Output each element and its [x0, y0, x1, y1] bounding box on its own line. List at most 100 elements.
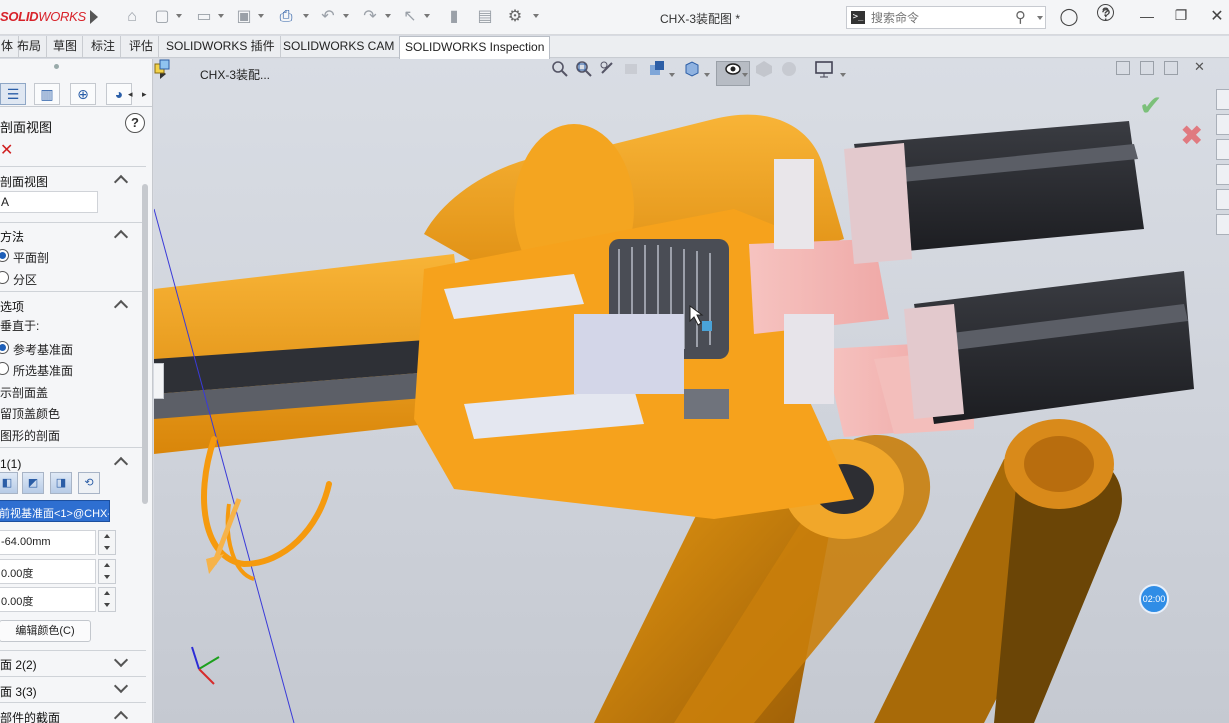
- save-icon[interactable]: ▣: [234, 7, 254, 27]
- task-pane-library-icon[interactable]: [1216, 114, 1229, 135]
- new-file-caret-icon[interactable]: [176, 14, 182, 18]
- print-icon[interactable]: ⎙: [276, 7, 296, 27]
- command-search-box[interactable]: >_ ⚲: [846, 6, 1046, 29]
- tab-layout[interactable]: 布局: [12, 36, 48, 58]
- hide-show-items-icon[interactable]: [754, 59, 774, 79]
- tab-solidworks-cam[interactable]: SOLIDWORKS CAM: [278, 36, 401, 58]
- radio-reference-plane[interactable]: [0, 341, 9, 354]
- rotation-x-spinner[interactable]: [98, 559, 116, 584]
- search-input[interactable]: [871, 9, 1011, 26]
- viewport-close-icon[interactable]: ✕: [1194, 60, 1208, 74]
- undo-caret-icon[interactable]: [343, 14, 349, 18]
- configuration-manager-tab[interactable]: ⊕: [70, 83, 96, 105]
- viewport-split-icon[interactable]: [1116, 61, 1130, 75]
- radio-zonal[interactable]: [0, 271, 9, 284]
- home-icon[interactable]: ⌂: [122, 7, 142, 27]
- open-caret-icon[interactable]: [218, 14, 224, 18]
- task-pane-home-icon[interactable]: [1216, 89, 1229, 110]
- search-icon[interactable]: ⚲: [1015, 8, 1026, 26]
- display-style-caret-icon[interactable]: [742, 73, 748, 77]
- rebuild-icon[interactable]: ▮: [444, 7, 464, 27]
- group-title-method[interactable]: 方法: [0, 228, 24, 245]
- view-settings-caret-icon[interactable]: [840, 73, 846, 77]
- menu-flyout-arrow-icon[interactable]: [90, 10, 98, 24]
- checkbox-graphics-only-section[interactable]: 仅图形的剖面: [0, 427, 60, 444]
- collapse-chevron-icon[interactable]: [113, 710, 129, 723]
- task-pane-palette-icon[interactable]: [1216, 164, 1229, 185]
- reverse-direction-icon[interactable]: ⟲: [78, 472, 100, 494]
- new-file-icon[interactable]: ▢: [152, 7, 172, 27]
- graphics-viewport[interactable]: CHX-3装配... ✕ ✔ ✖ 02:00: [154, 59, 1229, 723]
- offset-distance-field[interactable]: -64.00mm: [0, 530, 96, 555]
- top-plane-icon[interactable]: ◩: [22, 472, 44, 494]
- rotation-y-spinner[interactable]: [98, 587, 116, 612]
- collapse-chevron-icon[interactable]: [113, 299, 129, 315]
- rotation-y-field[interactable]: 0.00度: [0, 587, 96, 612]
- previous-view-icon[interactable]: [598, 59, 618, 79]
- group-title-section-2[interactable]: 剖面 2(2): [0, 656, 37, 673]
- radio-planar[interactable]: [0, 249, 9, 262]
- drag-arrow-head-icon[interactable]: [206, 554, 224, 574]
- tab-markup[interactable]: 标注: [86, 36, 122, 58]
- checkbox-keep-cap-color[interactable]: 保留顶盖颜色: [0, 405, 60, 422]
- section-view-icon[interactable]: [622, 59, 642, 79]
- recording-timer-badge[interactable]: 02:00: [1139, 584, 1169, 614]
- help-circle-icon[interactable]: ?: [1097, 4, 1114, 21]
- reference-plane-field[interactable]: 前视基准面<1>@CHX-3腕部电机: [0, 500, 110, 522]
- select-caret-icon[interactable]: [424, 14, 430, 18]
- collapse-chevron-icon[interactable]: [113, 229, 129, 245]
- tab-sketch[interactable]: 草图: [48, 36, 84, 58]
- tabs-scroll-right-icon[interactable]: ▸: [142, 89, 147, 100]
- group-title-options[interactable]: 选项: [0, 298, 24, 315]
- redo-icon[interactable]: ↷: [360, 7, 380, 27]
- ok-checkmark-icon[interactable]: ✔: [1139, 89, 1162, 122]
- save-caret-icon[interactable]: [258, 14, 264, 18]
- options-caret-icon[interactable]: [533, 14, 539, 18]
- tab-evaluate[interactable]: 评估: [124, 36, 160, 58]
- collapse-chevron-icon[interactable]: [113, 174, 129, 190]
- tab-solidworks-addins[interactable]: SOLIDWORKS 插件: [161, 36, 281, 58]
- collapse-chevron-icon[interactable]: [113, 456, 129, 472]
- edit-appearance-icon[interactable]: [779, 59, 799, 79]
- dynamic-annotation-icon[interactable]: [647, 59, 667, 79]
- cancel-x-icon[interactable]: ✕: [0, 140, 13, 160]
- solidworks-logo[interactable]: SOLIDWORKS: [0, 9, 86, 24]
- rotation-x-field[interactable]: 0.00度: [0, 559, 96, 584]
- task-pane-explorer-icon[interactable]: [1216, 139, 1229, 160]
- panel-grip-icon[interactable]: [54, 64, 59, 69]
- print-caret-icon[interactable]: [303, 14, 309, 18]
- restore-icon[interactable]: ❐: [1170, 7, 1192, 24]
- undo-icon[interactable]: ↶: [318, 7, 338, 27]
- tab-solidworks-inspection[interactable]: SOLIDWORKS Inspection: [399, 36, 551, 59]
- view-orientation-icon[interactable]: [682, 59, 702, 79]
- section-name-field[interactable]: A: [0, 191, 98, 213]
- cancel-x-confirm-icon[interactable]: ✖: [1180, 119, 1203, 152]
- feature-tree-root-label[interactable]: CHX-3装配...: [200, 66, 270, 83]
- view-orientation-caret-icon[interactable]: [669, 73, 675, 77]
- task-pane-appearances-icon[interactable]: [1216, 189, 1229, 210]
- expand-chevron-icon[interactable]: [113, 652, 129, 668]
- offset-spinner[interactable]: [98, 530, 116, 555]
- right-plane-icon[interactable]: ◨: [50, 472, 72, 494]
- property-manager-tab[interactable]: ▥: [34, 83, 60, 105]
- help-icon[interactable]: ?: [125, 113, 145, 133]
- zoom-to-area-icon[interactable]: [574, 59, 594, 79]
- group-title-section-3[interactable]: 剖面 3(3): [0, 683, 37, 700]
- panel-scrollbar[interactable]: [142, 184, 148, 504]
- minimize-icon[interactable]: —: [1136, 8, 1158, 24]
- group-title-section-by-part[interactable]: 按零部件的截面: [0, 709, 60, 723]
- viewport-tile-icon[interactable]: [1164, 61, 1178, 75]
- view-settings-monitor-icon[interactable]: [814, 59, 834, 79]
- tabs-scroll-left-icon[interactable]: ◂: [128, 89, 133, 100]
- viewport-restore-icon[interactable]: [1140, 61, 1154, 75]
- view-orientation-caret-2-icon[interactable]: [704, 73, 710, 77]
- user-account-icon[interactable]: ◯: [1058, 7, 1080, 27]
- file-properties-icon[interactable]: ▤: [475, 7, 495, 27]
- close-icon[interactable]: ✕: [1206, 6, 1228, 26]
- redo-caret-icon[interactable]: [385, 14, 391, 18]
- group-title-section-1[interactable]: 剖面1(1): [0, 455, 21, 472]
- search-caret-icon[interactable]: [1037, 16, 1043, 20]
- zoom-to-fit-icon[interactable]: [550, 59, 570, 79]
- feature-manager-tab[interactable]: ☰: [0, 83, 26, 105]
- checkbox-show-section-cap[interactable]: 显示剖面盖: [0, 384, 48, 401]
